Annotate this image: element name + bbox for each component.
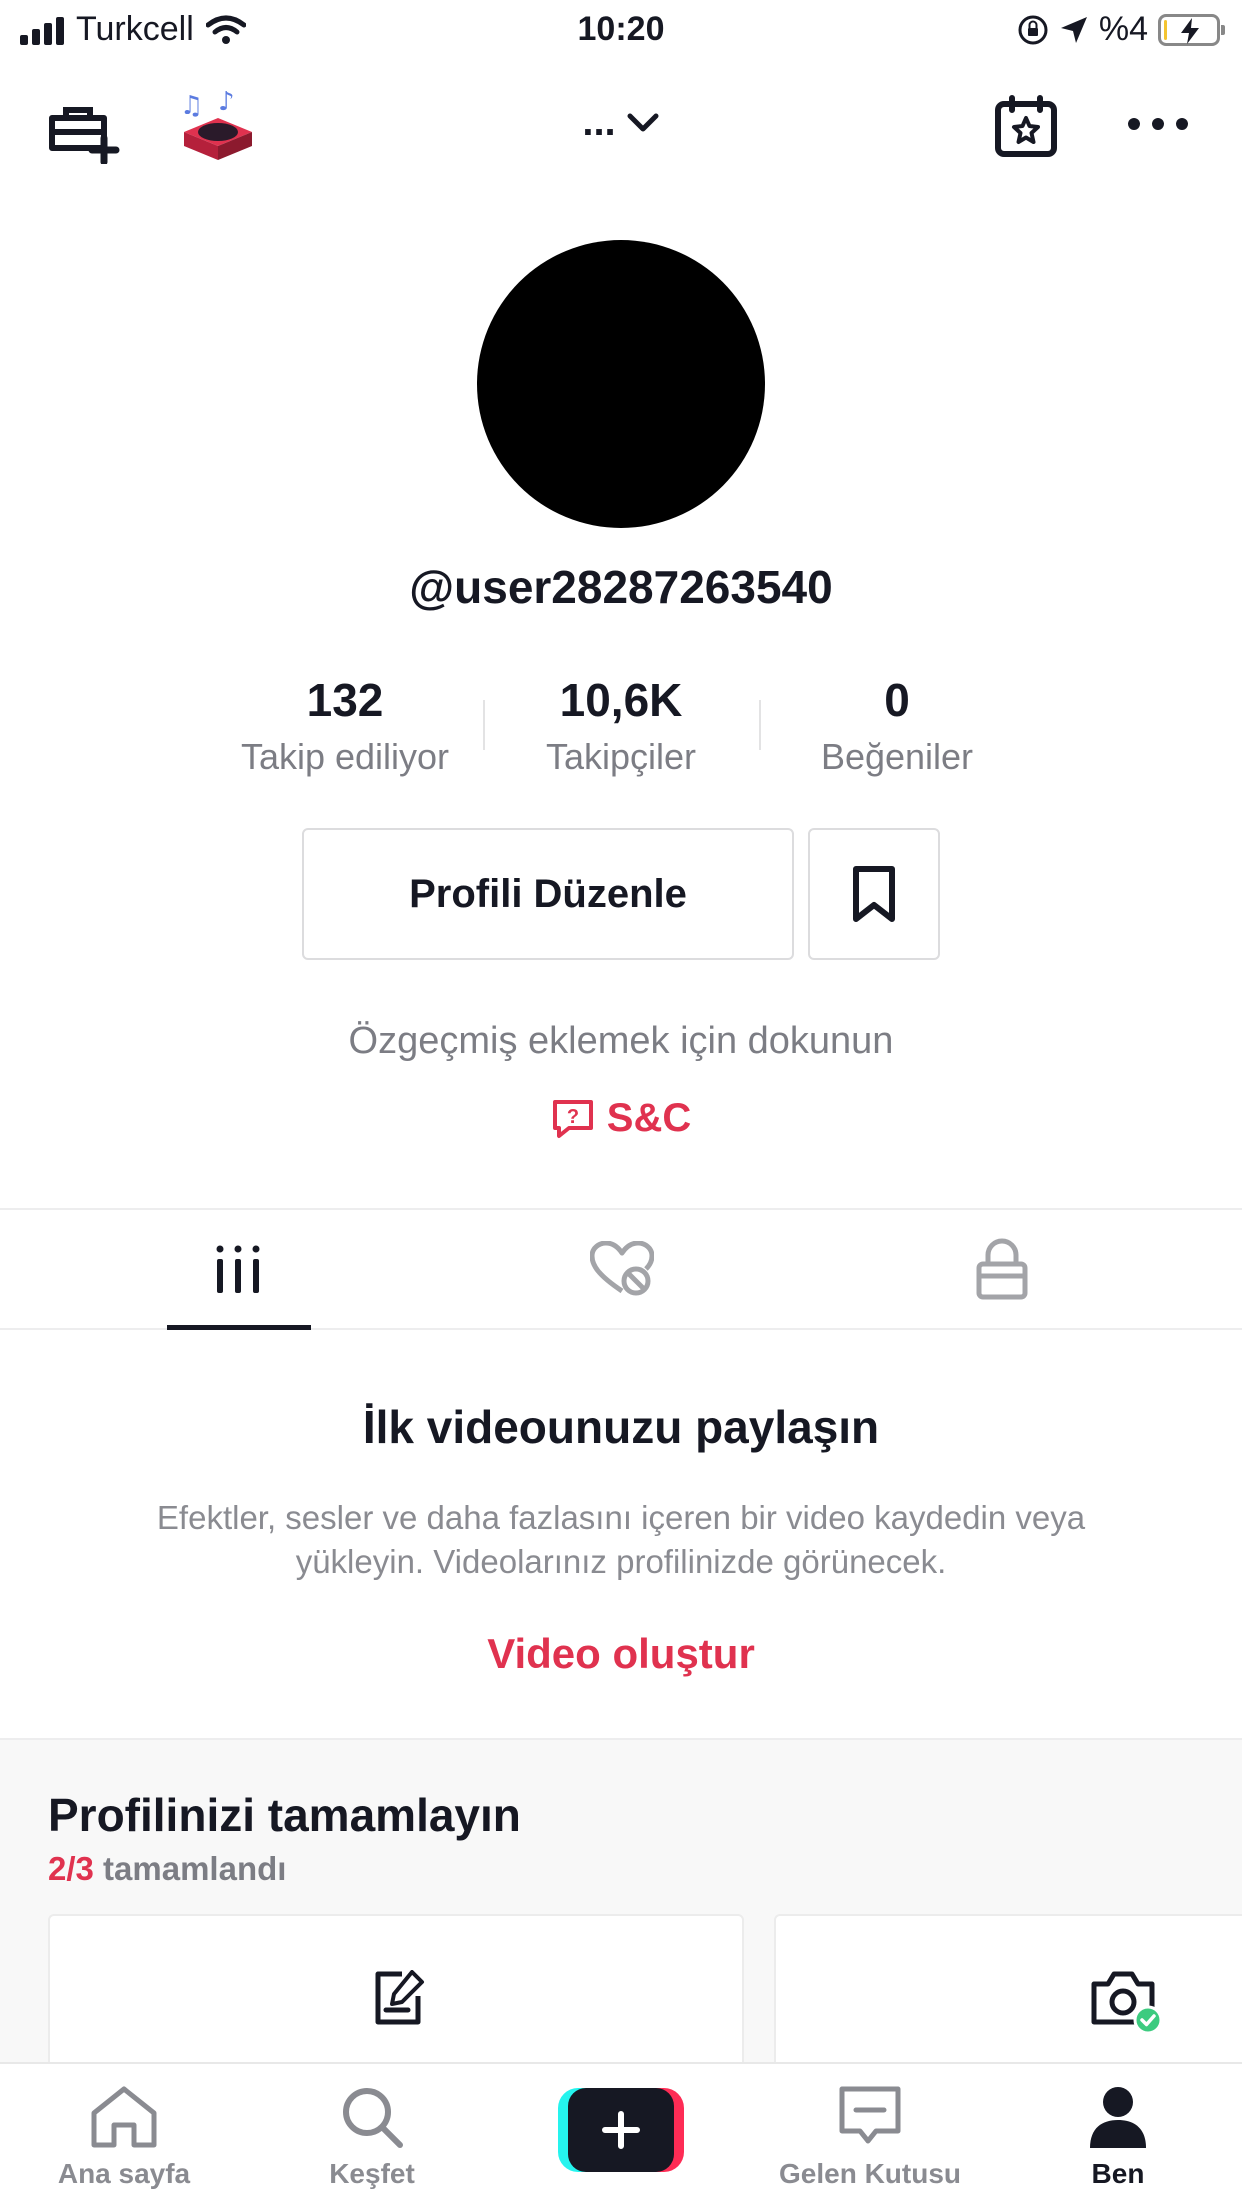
avatar[interactable] [477,240,765,528]
stat-label: Takip ediliyor [240,736,450,777]
stat-value: 0 [884,674,910,726]
profile-actions: Profili Düzenle [0,828,1242,960]
bottom-nav: Ana sayfa Keşfet Gelen Kutusu Ben [0,2062,1242,2208]
profile-icon [1090,2087,1146,2148]
stat-label: Beğeniler [820,736,974,777]
svg-text:?: ? [567,1106,579,1128]
plus-icon [602,2111,640,2149]
stat-value: 132 [306,674,384,726]
stat-likes[interactable]: 0 Beğeniler [759,670,1035,778]
liked-hidden-icon [590,1241,654,1296]
create-button-core [568,2088,674,2172]
complete-profile-title: Profilinizi tamamlayın [48,1789,521,1841]
complete-profile-progress: 2/3 tamamlandı [48,1850,286,1888]
profile-stats: 132 Takip ediliyor 10,6K Takipçiler 0 Be… [0,670,1242,778]
tab-liked[interactable] [502,1210,742,1328]
edit-profile-button[interactable]: Profili Düzenle [302,828,794,960]
progress-count: 2/3 [48,1850,94,1887]
complete-profile-section: Profilinizi tamamlayın 2/3 tamamlandı [0,1738,1242,2094]
more-icon[interactable] [1126,114,1190,134]
inbox-icon [839,2086,901,2144]
nav-profile[interactable]: Ben [1018,2082,1218,2190]
account-name: ... [582,100,616,144]
profile-tabs [0,1208,1242,1330]
camera-done-icon [1091,1971,1162,2034]
charging-bolt-icon [1181,17,1199,44]
nav-label: Gelen Kutusu [778,2158,961,2189]
username: @user28287263540 [409,561,833,613]
top-nav: ♫ ♪ ... [0,80,1242,180]
nav-label: Ben [1091,2158,1145,2189]
videos-grid-icon [216,1245,260,1293]
nav-inbox[interactable]: Gelen Kutusu [770,2082,970,2190]
nav-label: Ana sayfa [57,2158,191,2189]
empty-state-description: Efektler, sesler ve daha fazlasını içere… [156,1499,1086,1580]
battery-percent: %4 [1098,10,1148,48]
battery-level [1164,19,1167,40]
stat-label: Takipçiler [545,736,697,777]
orientation-lock-icon [1018,15,1048,44]
search-icon [343,2088,403,2148]
edit-note-icon [375,1970,424,2025]
question-bubble-icon: ? [552,1099,593,1138]
battery-icon [1158,13,1225,46]
empty-state-title: İlk videounuzu paylaşın [362,1401,880,1453]
bookmark-icon [853,866,895,922]
qa-link[interactable]: ? S&C [0,1096,1242,1141]
stat-value: 10,6K [559,674,683,726]
nav-home[interactable]: Ana sayfa [24,2082,224,2190]
location-arrow-icon [1060,16,1087,43]
status-right: %4 [1017,10,1225,49]
qa-label: S&C [606,1096,692,1140]
favorites-button[interactable] [808,828,940,960]
calendar-star-icon[interactable] [994,94,1058,158]
status-bar: Turkcell 10:20 %4 [0,0,1242,62]
stat-followers[interactable]: 10,6K Takipçiler [483,670,759,778]
tab-private[interactable] [882,1210,1122,1328]
chevron-down-icon [627,113,659,131]
tab-videos[interactable] [118,1210,358,1330]
tab-indicator [167,1325,311,1330]
create-video-link[interactable]: Video oluştur [0,1630,1242,1678]
nav-discover[interactable]: Keşfet [272,2082,472,2190]
progress-suffix: tamamlandı [103,1850,287,1887]
stat-following[interactable]: 132 Takip ediliyor [207,670,483,778]
home-icon [91,2086,157,2148]
nav-label: Keşfet [329,2158,415,2189]
private-lock-icon [976,1238,1028,1300]
bio-placeholder[interactable]: Özgeçmiş eklemek için dokunun [0,1020,1242,1063]
create-button[interactable] [558,2088,684,2172]
